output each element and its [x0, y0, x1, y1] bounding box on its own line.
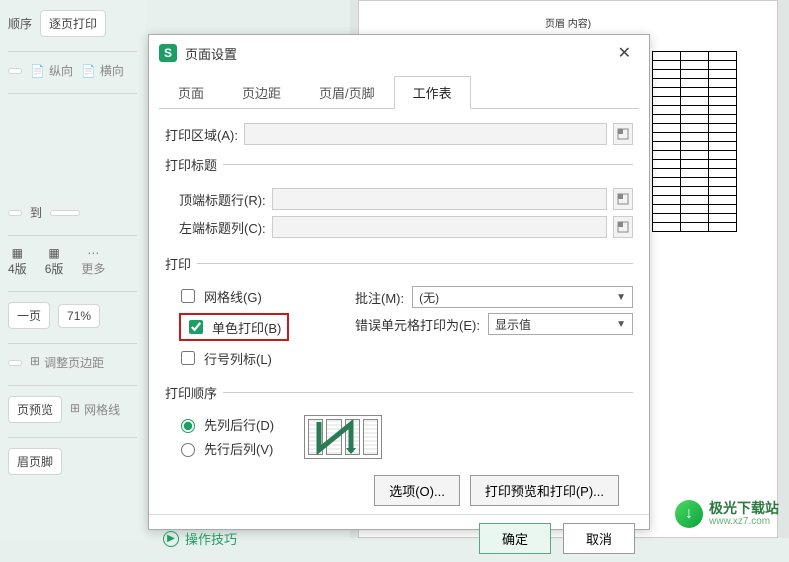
- app-icon: S: [159, 44, 177, 62]
- adjust-margins[interactable]: ⊞ 调整页边距: [30, 354, 104, 371]
- print-titles-fieldset: 打印标题 顶端标题行(R): 左端标题列(C):: [165, 155, 633, 244]
- tips-link[interactable]: ▶ 操作技巧: [163, 529, 237, 548]
- print-preview-chip[interactable]: 页预览: [8, 396, 62, 423]
- range-picker-icon[interactable]: [613, 216, 633, 238]
- ok-button[interactable]: 确定: [479, 523, 551, 554]
- tab-page[interactable]: 页面: [159, 76, 223, 109]
- play-icon: ▶: [163, 531, 179, 547]
- zoom-chip[interactable]: 71%: [58, 304, 100, 328]
- top-row-label: 顶端标题行(R):: [179, 190, 266, 209]
- comments-dropdown[interactable]: (无) ▼: [412, 286, 633, 308]
- watermark-logo-icon: [675, 500, 703, 528]
- gridlines-toggle[interactable]: ⊞ 网格线: [70, 401, 120, 418]
- layout-4[interactable]: ▦4版: [8, 246, 27, 277]
- monochrome-checkbox[interactable]: [189, 320, 203, 334]
- print-order-fieldset: 打印顺序 先列后行(D) 先行后列(V): [165, 383, 633, 463]
- cancel-button[interactable]: 取消: [563, 523, 635, 554]
- page-setup-dialog: S 页面设置 ✕ 页面 页边距 页眉/页脚 工作表 打印区域(A): 打印标题 …: [148, 34, 650, 530]
- print-legend: 打印: [165, 254, 197, 273]
- dialog-title: 页面设置: [185, 44, 237, 63]
- watermark-name: 极光下载站: [709, 501, 779, 516]
- preview-header: 页眉 内容): [359, 1, 777, 30]
- watermark: 极光下载站 www.xz7.com: [675, 500, 779, 528]
- top-row-input[interactable]: [272, 188, 607, 210]
- left-col-label: 左端标题列(C):: [179, 218, 266, 237]
- gridlines-checkbox-row[interactable]: 网格线(G): [179, 286, 355, 306]
- header-footer-chip[interactable]: 眉页脚: [8, 448, 62, 475]
- caret-down-icon: ▼: [616, 292, 626, 303]
- orientation-landscape[interactable]: 📄 横向: [81, 62, 124, 79]
- error-cells-value: 显示值: [495, 316, 531, 333]
- order-label: 顺序: [8, 15, 32, 32]
- rowcol-label: 行号列标(L): [204, 349, 272, 368]
- dialog-titlebar: S 页面设置 ✕: [149, 35, 649, 71]
- print-area-input[interactable]: [244, 123, 607, 145]
- error-cells-label: 错误单元格打印为(E):: [355, 315, 480, 334]
- print-titles-legend: 打印标题: [165, 155, 223, 174]
- down-then-over-radio[interactable]: [181, 419, 195, 433]
- monochrome-label: 单色打印(B): [212, 318, 281, 337]
- comments-label: 批注(M):: [355, 288, 404, 307]
- down-then-over-label: 先列后行(D): [204, 415, 274, 434]
- orientation-portrait[interactable]: 📄 纵向: [30, 62, 73, 79]
- layout-6[interactable]: ▦6版: [45, 246, 64, 277]
- print-order-illustration: [304, 415, 382, 459]
- prev-small-chip[interactable]: [8, 68, 22, 74]
- tab-bar: 页面 页边距 页眉/页脚 工作表: [159, 75, 639, 109]
- tips-label: 操作技巧: [185, 529, 237, 548]
- print-order-legend: 打印顺序: [165, 383, 223, 402]
- gridlines-label: 网格线(G): [204, 287, 262, 306]
- left-col-input[interactable]: [272, 216, 607, 238]
- rowcol-checkbox[interactable]: [181, 351, 195, 365]
- highlight-box: 单色打印(B): [179, 313, 289, 341]
- gridlines-checkbox[interactable]: [181, 289, 195, 303]
- page-print-chip[interactable]: 逐页打印: [40, 10, 106, 37]
- to-label: 到: [30, 204, 42, 221]
- one-page-chip[interactable]: 一页: [8, 302, 50, 329]
- options-button[interactable]: 选项(O)...: [374, 475, 460, 506]
- tab-header-footer[interactable]: 页眉/页脚: [300, 76, 394, 109]
- print-fieldset: 打印 网格线(G) 单色打印(B) 行号列标(L: [165, 254, 633, 373]
- over-then-down-label: 先行后列(V): [204, 439, 273, 458]
- preview-table: [652, 51, 737, 232]
- close-icon[interactable]: ✕: [610, 41, 639, 65]
- preview-print-button[interactable]: 打印预览和打印(P)...: [470, 475, 619, 506]
- background-sidebar: 顺序 逐页打印 📄 纵向 📄 横向 到 ▦4版 ▦6版 ⋯更多 一页 71% ⊞…: [0, 0, 145, 538]
- tab-margins[interactable]: 页边距: [223, 76, 300, 109]
- order-arrow-icon: [311, 420, 377, 456]
- layout-more[interactable]: ⋯更多: [81, 246, 105, 277]
- monochrome-checkbox-row[interactable]: 单色打印(B): [187, 317, 281, 337]
- error-cells-dropdown[interactable]: 显示值 ▼: [488, 313, 633, 335]
- rowcol-checkbox-row[interactable]: 行号列标(L): [179, 348, 355, 368]
- caret-down-icon: ▼: [616, 319, 626, 330]
- print-area-label: 打印区域(A):: [165, 125, 238, 144]
- range-picker-icon[interactable]: [613, 123, 633, 145]
- watermark-url: www.xz7.com: [709, 516, 779, 527]
- comments-value: (无): [419, 289, 439, 306]
- tab-worksheet[interactable]: 工作表: [394, 76, 471, 109]
- down-then-over-row[interactable]: 先列后行(D): [179, 415, 274, 434]
- over-then-down-row[interactable]: 先行后列(V): [179, 439, 274, 458]
- range-picker-icon[interactable]: [613, 188, 633, 210]
- over-then-down-radio[interactable]: [181, 443, 195, 457]
